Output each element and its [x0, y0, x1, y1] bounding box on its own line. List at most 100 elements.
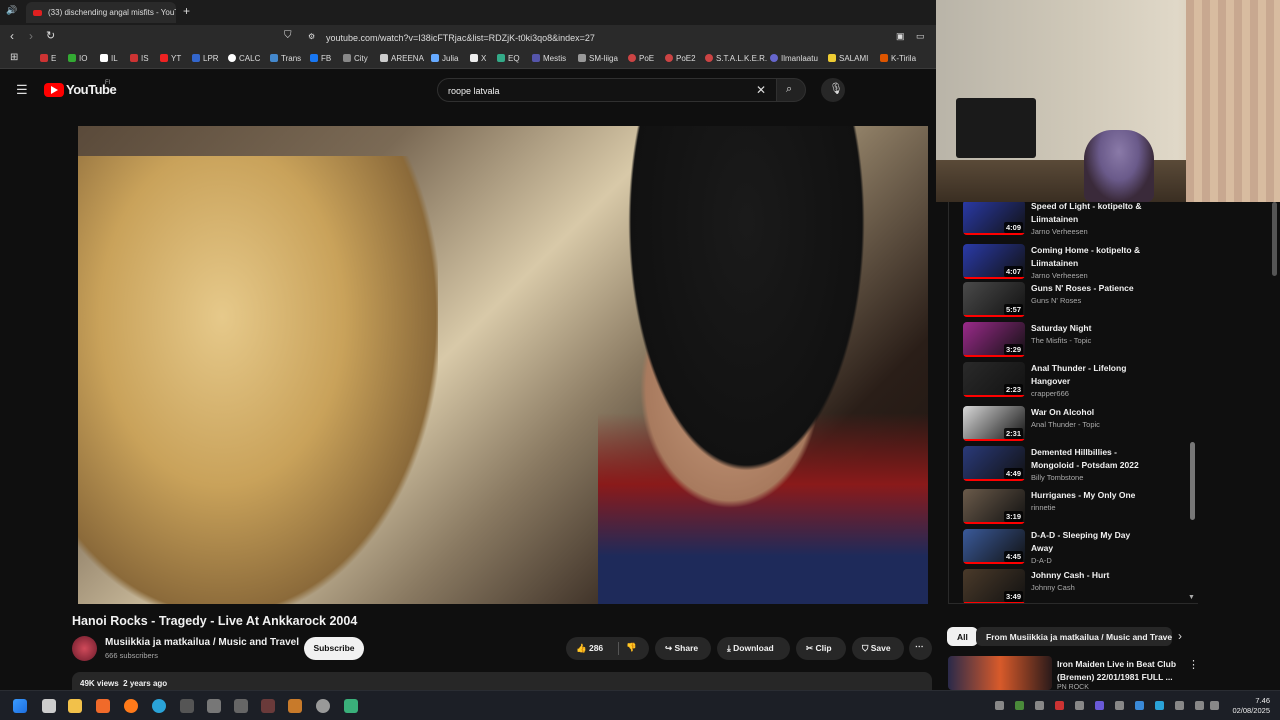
app-icon[interactable] — [261, 699, 275, 713]
share-button[interactable]: ↪ Share — [655, 637, 711, 660]
url-text: youtube.com/watch?v=I38icFTRjac&list=RDZ… — [326, 33, 595, 43]
tray-icon[interactable] — [995, 701, 1004, 710]
system-clock[interactable]: 7.46 02/08/2025 — [1232, 696, 1270, 716]
recommended-thumbnail — [948, 656, 1052, 690]
tray-icon[interactable] — [1095, 701, 1104, 710]
search-input[interactable]: roope latvala ✕ — [437, 78, 777, 102]
app-icon[interactable] — [42, 699, 56, 713]
site-info-icon[interactable]: ⚙ — [308, 32, 315, 41]
bookmark-item[interactable]: SM-liiga — [578, 54, 618, 63]
brave-browser-icon[interactable] — [96, 699, 110, 713]
bookmark-item[interactable]: S.T.A.L.K.E.R. — [705, 54, 767, 63]
video-player[interactable] — [78, 126, 928, 604]
clear-search-icon[interactable]: ✕ — [756, 83, 766, 97]
microphone-tray-icon[interactable] — [1175, 701, 1184, 710]
firefox-icon[interactable] — [124, 699, 138, 713]
app-icon[interactable] — [180, 699, 194, 713]
bookmark-item[interactable]: PoE — [628, 54, 654, 63]
bookmark-item[interactable]: Trans — [270, 54, 301, 63]
bookmark-item[interactable]: YT — [160, 54, 181, 63]
download-button[interactable]: ⤓ Download — [717, 637, 790, 660]
volume-icon[interactable] — [1210, 701, 1219, 710]
bookmark-item[interactable]: FB — [310, 54, 331, 63]
playlist-item-channel: crapper666 — [1031, 389, 1069, 398]
reload-icon[interactable]: ↻ — [46, 29, 55, 42]
url-field[interactable]: ⚙ youtube.com/watch?v=I38icFTRjac&list=R… — [300, 28, 880, 46]
app-icon[interactable] — [288, 699, 302, 713]
new-tab-icon[interactable]: + — [183, 4, 190, 18]
menu-icon[interactable]: ☰ — [16, 82, 28, 98]
app-icon[interactable] — [316, 699, 330, 713]
chip-all[interactable]: All — [947, 627, 978, 646]
bookmark-item[interactable]: LPR — [192, 54, 219, 63]
app-icon[interactable] — [207, 699, 221, 713]
chevron-right-icon[interactable]: › — [1178, 629, 1182, 643]
forward-icon[interactable]: › — [29, 29, 33, 43]
bookmark-item[interactable]: Ilmanlaatu — [770, 54, 818, 63]
network-icon[interactable] — [1195, 701, 1204, 710]
bookmark-item[interactable]: K-Tirila — [880, 54, 916, 63]
channel-name[interactable]: Musiikkia ja matkailua / Music and Trave… — [105, 637, 299, 648]
chip-from-channel[interactable]: From Musiikkia ja matkailua / Music and … — [976, 627, 1172, 646]
channel-avatar[interactable] — [72, 636, 97, 661]
save-label: Save — [870, 643, 891, 653]
tray-icon[interactable] — [1135, 701, 1144, 710]
like-button[interactable]: 👍 286 — [576, 643, 603, 653]
tray-icon[interactable] — [1035, 701, 1044, 710]
voice-search-button[interactable]: 🎙 — [821, 78, 845, 102]
search-icon: ⌕ — [786, 83, 793, 95]
extension-icon[interactable]: ▣ — [896, 31, 905, 42]
tray-icon[interactable] — [1155, 701, 1164, 710]
subscribe-button[interactable]: Subscribe — [304, 637, 364, 660]
more-actions-button[interactable]: ⋯ — [909, 637, 932, 660]
duration-badge: 2:23 — [1003, 384, 1023, 395]
tray-icon[interactable] — [1075, 701, 1084, 710]
back-icon[interactable]: ‹ — [10, 29, 14, 43]
bookmark-item[interactable]: City — [343, 54, 368, 63]
speaker-icon[interactable]: 🔊 — [6, 5, 17, 16]
scissors-icon: ✂ — [806, 643, 814, 653]
watched-progress-bar — [963, 562, 1025, 564]
webcam-curtain — [1186, 0, 1280, 202]
bookmark-item[interactable]: SALAMI — [828, 54, 868, 63]
tray-icon[interactable] — [1015, 701, 1024, 710]
file-explorer-icon[interactable] — [68, 699, 82, 713]
dislike-button[interactable]: 👎 — [626, 642, 637, 653]
description-box[interactable]: 49K views 2 years ago — [72, 672, 932, 690]
bookmark-item[interactable]: Julia — [431, 54, 458, 63]
browser-tab[interactable]: (33) dischending angal misfits - YouT — [26, 2, 176, 23]
bookmark-item[interactable]: Mestis — [532, 54, 566, 63]
playlist-item-title: Guns N' Roses - Patience — [1031, 283, 1134, 293]
bookmark-item[interactable]: IO — [68, 54, 87, 63]
bookmark-item[interactable]: CALC — [228, 54, 260, 63]
start-icon[interactable] — [13, 699, 27, 713]
more-vert-icon[interactable]: ⋮ — [1188, 658, 1199, 671]
save-button[interactable]: ⛉ Save — [852, 637, 904, 660]
apps-grid-icon[interactable]: ⊞ — [10, 52, 18, 63]
notepad-icon[interactable] — [344, 699, 358, 713]
tray-icon[interactable] — [1115, 701, 1124, 710]
webcam-person — [1084, 130, 1154, 202]
bookmark-item[interactable]: IL — [100, 54, 118, 63]
bookmark-item[interactable]: AREENA — [380, 54, 424, 63]
bookmark-item[interactable]: X — [470, 54, 486, 63]
tray-icon[interactable] — [1055, 701, 1064, 710]
duration-badge: 2:31 — [1003, 428, 1023, 439]
bookmark-item[interactable]: PoE2 — [665, 54, 696, 63]
scroll-down-icon[interactable]: ▼ — [1188, 594, 1195, 601]
edge-icon[interactable] — [152, 699, 166, 713]
playlist-scrollbar[interactable] — [1190, 442, 1195, 520]
page-scrollbar[interactable] — [1272, 202, 1277, 276]
bookmark-item[interactable]: IS — [130, 54, 149, 63]
browser-tab-bar: 🔊 (33) dischending angal misfits - YouT … — [0, 0, 936, 25]
app-icon[interactable] — [234, 699, 248, 713]
bookmark-item[interactable]: E — [40, 54, 56, 63]
bookmark-item[interactable]: EQ — [497, 54, 520, 63]
bookmark-icon[interactable]: ⛉ — [284, 30, 292, 41]
sidebar-icon[interactable]: ▭ — [916, 31, 925, 42]
clip-button[interactable]: ✂ Clip — [796, 637, 846, 660]
recommended-video[interactable]: Iron Maiden Live in Beat Club (Bremen) 2… — [948, 656, 1199, 691]
duration-badge: 4:49 — [1003, 468, 1023, 479]
search-button[interactable]: ⌕ — [776, 78, 806, 102]
view-count: 49K views — [80, 679, 119, 688]
